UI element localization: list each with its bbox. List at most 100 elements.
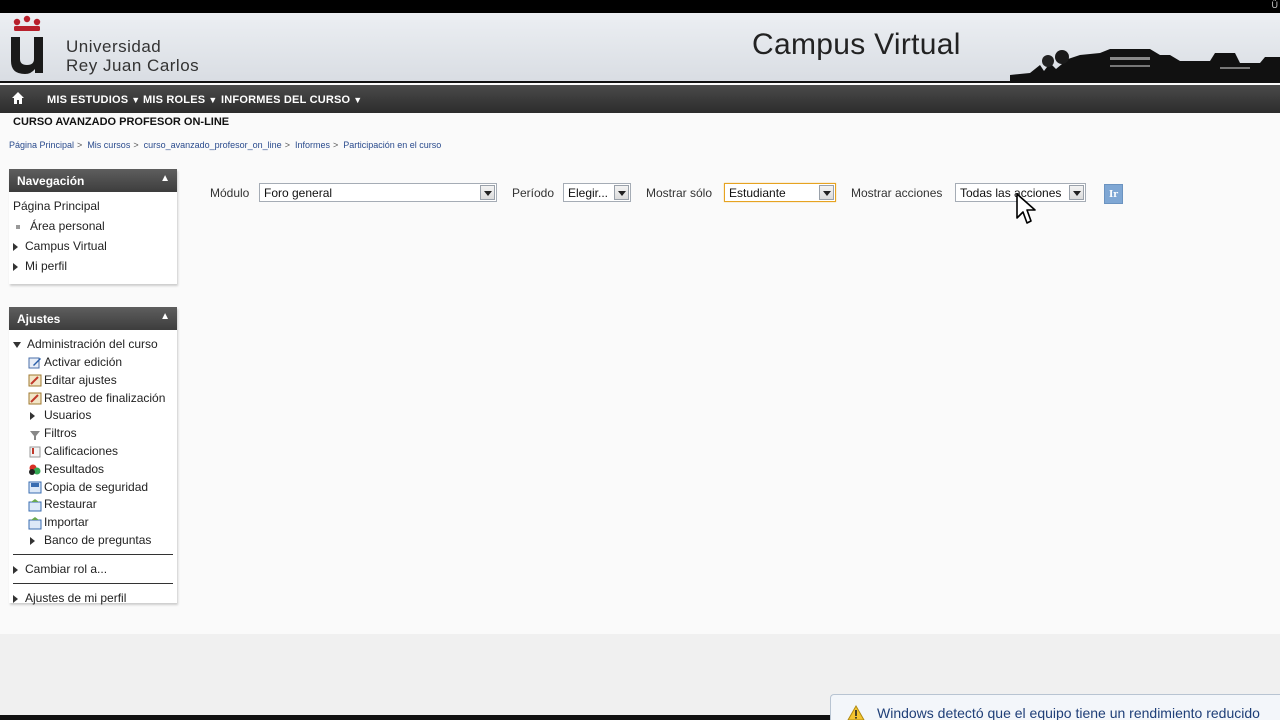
breadcrumb-separator: >	[332, 140, 339, 150]
breadcrumb-participation[interactable]: Participación en el curso	[343, 140, 441, 150]
grades-icon	[29, 446, 41, 458]
nav-informes-del-curso[interactable]: INFORMES DEL CURSO ▼	[221, 94, 362, 106]
corner-glyph: Ü	[1271, 0, 1279, 10]
breadcrumb-separator: >	[284, 140, 290, 150]
settings-block-body: Administración del curso Activar edición…	[9, 330, 177, 614]
expand-icon	[13, 262, 18, 271]
show-only-select[interactable]: Estudiante	[724, 183, 836, 202]
show-actions-select-value: Todas las acciones	[960, 186, 1062, 200]
period-select[interactable]: Elegir...	[563, 183, 631, 202]
chevron-down-icon	[1069, 185, 1084, 200]
chevron-down-icon: ▼	[131, 95, 141, 105]
collapse-tree-icon	[13, 341, 21, 348]
report-filters: Módulo Foro general Período Elegir... Mo…	[0, 183, 1280, 205]
expand-icon	[30, 412, 35, 421]
bullet-icon	[16, 224, 20, 229]
module-select-value: Foro general	[264, 186, 333, 200]
university-name: Universidad Rey Juan Carlos	[66, 37, 199, 75]
admin-item-copia-seguridad[interactable]: Copia de seguridad	[28, 479, 173, 497]
nav-item-personal-area-label: Área personal	[30, 219, 105, 233]
nav-mis-roles[interactable]: MIS ROLES ▼	[143, 94, 217, 106]
import-icon	[28, 516, 42, 529]
expand-icon	[13, 594, 18, 603]
breadcrumb-reports[interactable]: Informes	[295, 140, 330, 150]
window-top-bar: Ü	[0, 0, 1280, 13]
settings-block: Ajustes ▲ Administración del curso Activ…	[9, 307, 177, 605]
main-navbar: MIS ESTUDIOS ▼ MIS ROLES ▼ INFORMES DEL CU…	[0, 85, 1280, 113]
settings-icon	[28, 392, 42, 405]
breadcrumb-separator: >	[133, 140, 139, 150]
show-only-select-value: Estudiante	[729, 186, 786, 200]
university-name-line2: Rey Juan Carlos	[66, 56, 200, 75]
nav-mis-roles-label: MIS ROLES	[143, 94, 206, 106]
show-only-label: Mostrar sólo	[646, 186, 713, 200]
nav-item-personal-area[interactable]: Área personal	[13, 216, 173, 236]
divider	[13, 582, 173, 584]
admin-item-filtros[interactable]: Filtros	[28, 425, 173, 443]
course-admin-node[interactable]: Administración del curso	[13, 334, 173, 354]
university-name-line1: Universidad	[66, 37, 162, 56]
admin-item-label: Banco de preguntas	[44, 532, 152, 547]
nav-item-campus-virtual-label: Campus Virtual	[25, 239, 107, 253]
course-admin-label: Administración del curso	[27, 337, 158, 351]
breadcrumb-course[interactable]: curso_avanzado_profesor_on_line	[144, 140, 282, 150]
course-admin-children: Activar edición Editar ajustes Rastreo d…	[13, 354, 173, 550]
profile-settings-label: Ajustes de mi perfil	[25, 590, 127, 605]
site-banner: Universidad Rey Juan Carlos Campus Virtu…	[0, 13, 1280, 83]
breadcrumb-home[interactable]: Página Principal	[9, 140, 74, 150]
divider	[13, 553, 173, 555]
restore-icon	[28, 498, 42, 512]
admin-item-activar-edicion[interactable]: Activar edición	[28, 354, 173, 372]
chevron-down-icon: ▼	[208, 95, 218, 105]
nav-mis-estudios-label: MIS ESTUDIOS	[47, 94, 129, 106]
warning-icon	[847, 705, 865, 720]
go-button[interactable]: Ir	[1104, 184, 1123, 204]
campus-title: Campus Virtual	[752, 28, 961, 61]
breadcrumb: Página Principal > Mis cursos > curso_avanza…	[9, 140, 441, 150]
admin-item-importar[interactable]: Importar	[28, 514, 173, 532]
admin-item-usuarios[interactable]: Usuarios	[28, 407, 173, 425]
admin-item-banco-preguntas[interactable]: Banco de preguntas	[28, 532, 173, 550]
taskbar-strip	[0, 715, 830, 720]
admin-item-calificaciones[interactable]: Calificaciones	[28, 443, 173, 461]
chevron-down-icon	[480, 185, 495, 200]
period-select-value: Elegir...	[568, 186, 609, 200]
expand-icon	[30, 536, 35, 545]
university-logo-icon	[11, 15, 43, 74]
admin-item-label: Filtros	[44, 426, 77, 441]
chevron-down-icon	[819, 185, 834, 200]
nav-item-my-profile[interactable]: Mi perfil	[13, 256, 173, 276]
nav-item-campus-virtual[interactable]: Campus Virtual	[13, 236, 173, 256]
backup-icon	[28, 481, 42, 494]
profile-settings-node[interactable]: Ajustes de mi perfil	[13, 588, 173, 608]
admin-item-rastreo[interactable]: Rastreo de finalización	[28, 390, 173, 408]
admin-item-label: Usuarios	[44, 408, 92, 423]
collapse-icon[interactable]: ▲	[160, 311, 170, 322]
nav-item-my-profile-label: Mi perfil	[25, 259, 68, 273]
mouse-cursor-icon	[1016, 193, 1036, 224]
admin-item-label: Restaurar	[44, 497, 97, 512]
admin-item-label: Rastreo de finalización	[44, 390, 166, 405]
chevron-down-icon: ▼	[353, 95, 363, 105]
admin-item-editar-ajustes[interactable]: Editar ajustes	[28, 372, 173, 390]
outcomes-icon	[29, 464, 41, 476]
notification-text: Windows detectó que el equipo tiene un r…	[877, 705, 1260, 720]
admin-item-label: Copia de seguridad	[44, 479, 149, 494]
expand-icon	[13, 242, 18, 251]
admin-item-label: Activar edición	[44, 355, 123, 369]
admin-item-restaurar[interactable]: Restaurar	[28, 496, 173, 514]
windows-notification[interactable]: Windows detectó que el equipo tiene un r…	[830, 694, 1280, 720]
settings-block-header: Ajustes ▲	[9, 307, 177, 330]
home-icon[interactable]	[11, 91, 25, 105]
period-label: Período	[512, 186, 555, 200]
course-title: CURSO AVANZADO PROFESOR ON-LINE	[13, 116, 230, 128]
module-label: Módulo	[210, 186, 250, 200]
show-actions-label: Mostrar acciones	[851, 186, 943, 200]
admin-item-label: Resultados	[44, 461, 105, 476]
switch-role-node[interactable]: Cambiar rol a...	[13, 559, 173, 579]
module-select[interactable]: Foro general	[259, 183, 497, 202]
breadcrumb-my-courses[interactable]: Mis cursos	[87, 140, 130, 150]
nav-mis-estudios[interactable]: MIS ESTUDIOS ▼	[47, 94, 140, 106]
chevron-down-icon	[614, 185, 629, 200]
admin-item-resultados[interactable]: Resultados	[28, 461, 173, 479]
